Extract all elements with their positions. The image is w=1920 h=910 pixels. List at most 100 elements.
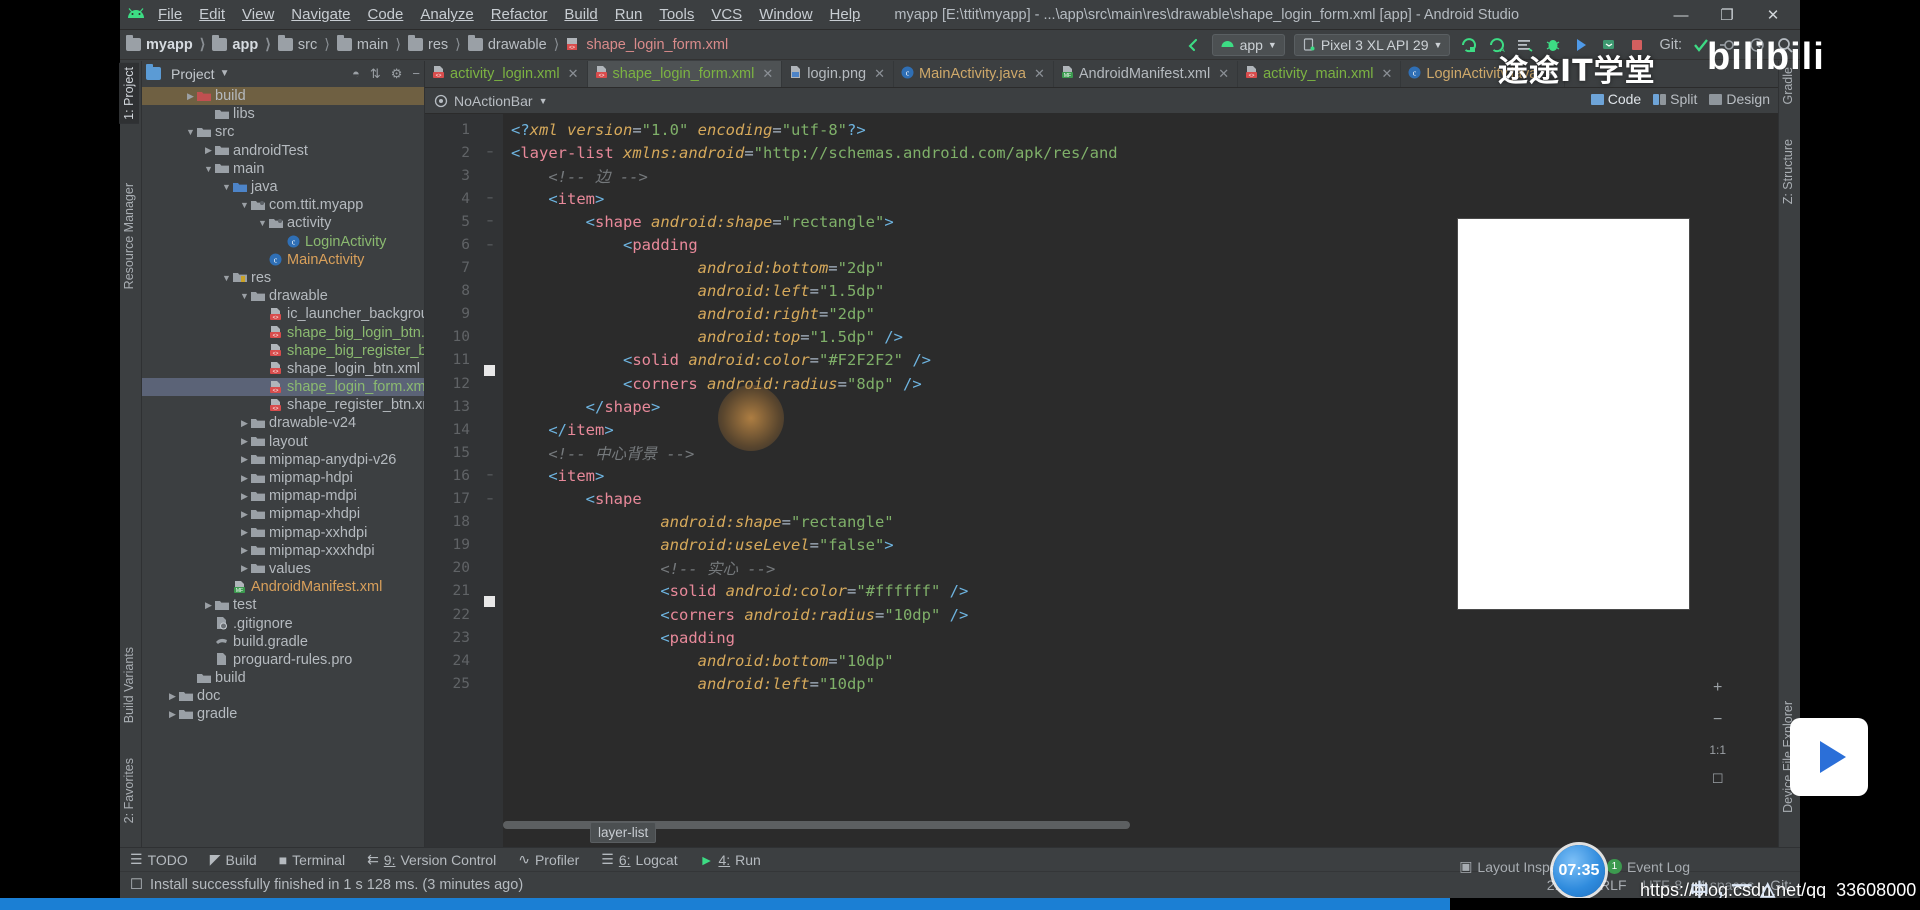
chevron-right-icon[interactable]: ▶ xyxy=(166,709,179,720)
chevron-right-icon[interactable]: ▶ xyxy=(238,454,251,465)
tree-node-res[interactable]: ▼ res xyxy=(142,269,424,287)
close-tab-icon[interactable]: ✕ xyxy=(1382,66,1393,82)
preview-surface[interactable] xyxy=(1458,219,1689,609)
breakpoint-marker[interactable] xyxy=(484,596,495,608)
minimize-button[interactable]: — xyxy=(1658,0,1704,30)
chevron-right-icon[interactable]: ▶ xyxy=(238,527,251,538)
settings-gear-icon[interactable]: ⚙ xyxy=(391,66,403,82)
breadcrumb-item-drawable[interactable]: drawable ⟩ xyxy=(467,35,567,53)
tree-node-values[interactable]: ▶ values xyxy=(142,560,424,578)
view-mode-design[interactable]: Design xyxy=(1709,91,1770,107)
menu-item-navigate[interactable]: Navigate xyxy=(291,6,350,23)
tree-node-src[interactable]: ▼ src xyxy=(142,123,424,141)
breadcrumb-item-file[interactable]: <> shape_login_form.xml xyxy=(566,37,728,53)
tree-node-build[interactable]: build xyxy=(142,669,424,687)
maximize-button[interactable]: ❐ xyxy=(1704,0,1750,30)
zoom-out-icon[interactable]: − xyxy=(1713,711,1722,729)
editor-tab-shape-login-form-xml[interactable]: <> shape_login_form.xml ✕ xyxy=(587,61,783,87)
editor-tab-androidmanifest-xml[interactable]: MF AndroidManifest.xml ✕ xyxy=(1054,61,1239,87)
tree-node-androidtest[interactable]: ▶ androidTest xyxy=(142,142,424,160)
close-button[interactable]: ✕ xyxy=(1750,0,1796,30)
breadcrumb-item-app[interactable]: app ⟩ xyxy=(212,35,277,53)
sidebar-tab-project[interactable]: 1: Project xyxy=(119,63,139,124)
tool-window-logcat[interactable]: ☰ 6: Logcat xyxy=(601,851,677,868)
tool-window-profiler[interactable]: ∿ Profiler xyxy=(518,851,579,868)
sidebar-tab-build-variants[interactable]: Build Variants xyxy=(119,643,139,727)
chevron-down-icon[interactable]: ▼ xyxy=(202,164,215,174)
chevron-down-icon[interactable]: ▼ xyxy=(220,68,230,79)
close-tab-icon[interactable]: ✕ xyxy=(1218,66,1229,82)
close-tab-icon[interactable]: ✕ xyxy=(874,66,885,82)
tree-node-libs[interactable]: libs xyxy=(142,105,424,123)
fold-toggle-icon[interactable]: − xyxy=(477,193,503,204)
chevron-down-icon[interactable]: ▼ xyxy=(256,218,269,228)
video-play-button[interactable] xyxy=(1790,718,1868,796)
chevron-down-icon[interactable]: ▼ xyxy=(238,291,251,301)
tree-node-com-ttit-myapp[interactable]: ▼ com.ttit.myapp xyxy=(142,196,424,214)
tree-node-shape-login-btn-xml[interactable]: <> shape_login_btn.xml xyxy=(142,360,424,378)
run-configuration-selector[interactable]: app ▼ xyxy=(1211,34,1285,56)
fold-toggle-icon[interactable]: − xyxy=(477,147,503,158)
tree-node-mipmap-anydpi-v26[interactable]: ▶ mipmap-anydpi-v26 xyxy=(142,451,424,469)
tree-node-ic-launcher-background-xml[interactable]: <> ic_launcher_background.xml xyxy=(142,305,424,323)
tool-window-build[interactable]: ◤ Build xyxy=(210,851,257,868)
fold-toggle-icon[interactable]: − xyxy=(477,470,503,481)
tree-node-shape-login-form-xml[interactable]: <> shape_login_form.xml xyxy=(142,378,424,397)
close-tab-icon[interactable]: ✕ xyxy=(1034,66,1045,82)
close-tab-icon[interactable]: ✕ xyxy=(568,66,579,82)
tree-node-build-gradle[interactable]: build.gradle xyxy=(142,633,424,651)
chevron-right-icon[interactable]: ▶ xyxy=(166,691,179,702)
breadcrumb-item-main[interactable]: main ⟩ xyxy=(336,35,408,53)
chevron-right-icon[interactable]: ▶ xyxy=(202,600,215,611)
sidebar-tab-structure[interactable]: Z: Structure xyxy=(1778,135,1798,208)
menu-item-tools[interactable]: Tools xyxy=(659,6,694,23)
tree-node-shape-register-btn-xml[interactable]: <> shape_register_btn.xml xyxy=(142,396,424,414)
tree-node-gradle[interactable]: ▶ gradle xyxy=(142,705,424,723)
menu-item-view[interactable]: View xyxy=(242,6,274,23)
chevron-right-icon[interactable]: ▶ xyxy=(202,145,215,156)
menu-item-run[interactable]: Run xyxy=(615,6,643,23)
expand-icon[interactable]: ◓ xyxy=(352,66,360,81)
main-menu[interactable]: File Edit View Navigate Code Analyze Ref… xyxy=(158,6,860,23)
chevron-right-icon[interactable]: ▶ xyxy=(238,436,251,447)
menu-item-window[interactable]: Window xyxy=(759,6,812,23)
chevron-down-icon[interactable]: ▼ xyxy=(184,127,197,137)
tree-node-layout[interactable]: ▶ layout xyxy=(142,433,424,451)
theme-selector[interactable]: NoActionBar ▼ xyxy=(425,88,1778,114)
chevron-right-icon[interactable]: ▶ xyxy=(238,509,251,520)
chevron-down-icon[interactable]: ▼ xyxy=(220,273,233,283)
tree-node-shape-big-login-btn-xml[interactable]: <> shape_big_login_btn.xml xyxy=(142,323,424,341)
tree-node-build[interactable]: ▶ build xyxy=(142,87,424,106)
view-mode-switch[interactable]: Code Split Design xyxy=(1590,91,1770,107)
chevron-down-icon[interactable]: ▼ xyxy=(238,200,251,210)
tree-node-androidmanifest-xml[interactable]: MF AndroidManifest.xml xyxy=(142,578,424,596)
tree-node-gitignore[interactable]: .gitignore xyxy=(142,614,424,632)
chevron-right-icon[interactable]: ▶ xyxy=(184,91,197,102)
fold-toggle-icon[interactable]: − xyxy=(477,494,503,505)
menu-item-code[interactable]: Code xyxy=(367,6,403,23)
chevron-right-icon[interactable]: ▶ xyxy=(238,545,251,556)
editor-tab-mainactivity-java[interactable]: c MainActivity.java ✕ xyxy=(894,61,1054,87)
tree-node-doc[interactable]: ▶ doc xyxy=(142,687,424,705)
menu-item-vcs[interactable]: VCS xyxy=(711,6,742,23)
tree-node-loginactivity[interactable]: c LoginActivity xyxy=(142,233,424,251)
tree-node-mipmap-hdpi[interactable]: ▶ mipmap-hdpi xyxy=(142,469,424,487)
breadcrumb-item-myapp[interactable]: myapp ⟩ xyxy=(126,35,212,53)
editor-tab-activity-login-xml[interactable]: <> activity_login.xml ✕ xyxy=(425,61,588,87)
event-icon[interactable]: ☐ xyxy=(130,877,143,893)
sidebar-tab-favorites[interactable]: 2: Favorites xyxy=(119,754,139,827)
tree-node-mipmap-xhdpi[interactable]: ▶ mipmap-xhdpi xyxy=(142,505,424,523)
view-mode-code[interactable]: Code xyxy=(1590,91,1641,107)
sync-gradle-icon[interactable] xyxy=(1459,36,1478,55)
chevron-right-icon[interactable]: ▶ xyxy=(238,491,251,502)
tool-window-terminal[interactable]: ■ Terminal xyxy=(279,852,345,868)
close-tab-icon[interactable]: ✕ xyxy=(762,66,773,82)
tree-node-activity[interactable]: ▼ activity xyxy=(142,214,424,232)
chevron-right-icon[interactable]: ▶ xyxy=(238,473,251,484)
tree-node-mipmap-xxhdpi[interactable]: ▶ mipmap-xxhdpi xyxy=(142,524,424,542)
menu-item-analyze[interactable]: Analyze xyxy=(420,6,473,23)
tree-node-mainactivity[interactable]: c MainActivity xyxy=(142,251,424,269)
zoom-in-icon[interactable]: + xyxy=(1713,679,1722,697)
tree-node-main[interactable]: ▼ main xyxy=(142,160,424,178)
tree-node-drawable[interactable]: ▼ drawable xyxy=(142,287,424,305)
